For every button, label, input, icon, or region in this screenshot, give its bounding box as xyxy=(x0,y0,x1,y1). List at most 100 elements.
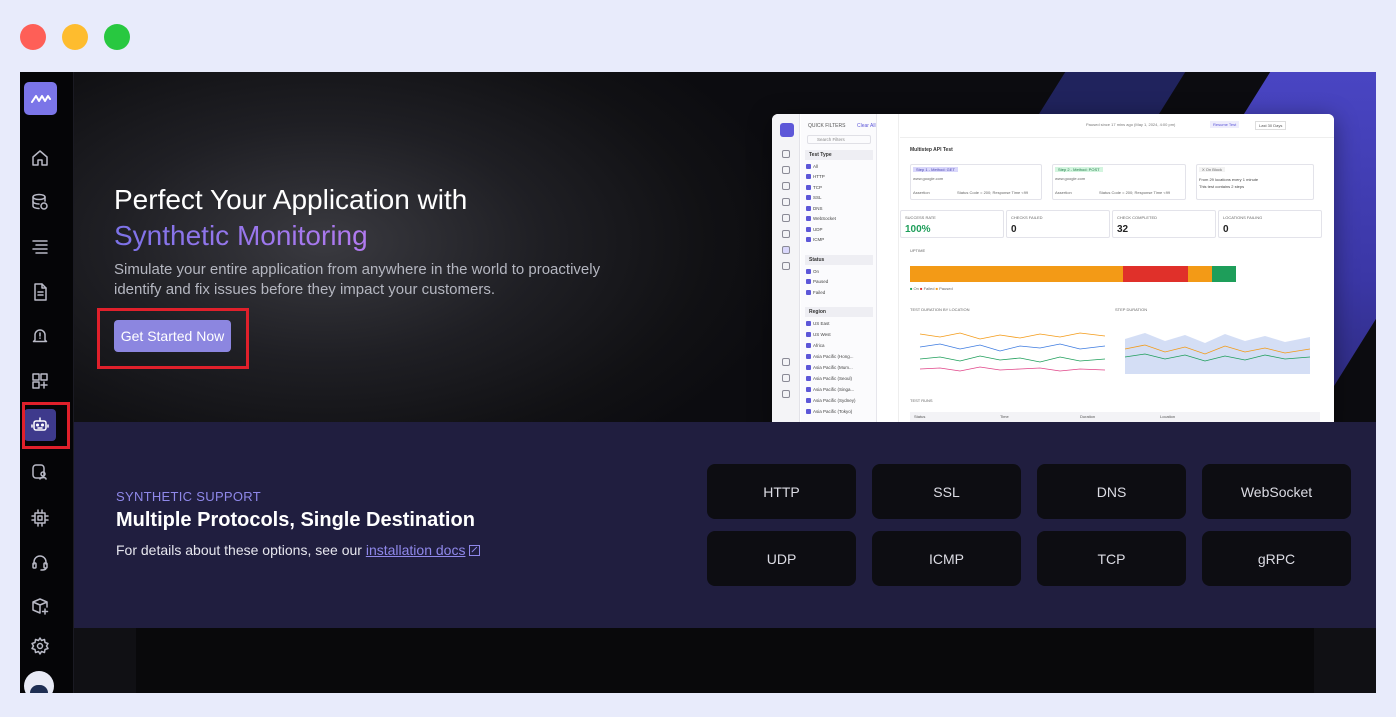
protocol-icmp-button[interactable]: ICMP xyxy=(872,531,1021,586)
legend-paused: Paused xyxy=(939,286,953,291)
protocol-http-button[interactable]: HTTP xyxy=(707,464,856,519)
preview-filter-item: HTTP xyxy=(806,174,825,179)
bottom-edge xyxy=(1314,628,1376,693)
description-text: For details about these options, see our xyxy=(116,542,366,558)
protocol-websocket-button[interactable]: WebSocket xyxy=(1202,464,1351,519)
preview-kpi-card: LOCATIONS FAILING 0 xyxy=(1218,210,1322,238)
preview-kpi-label: CHECK COMPLETED xyxy=(1117,215,1158,220)
protocol-tcp-button[interactable]: TCP xyxy=(1037,531,1186,586)
database-icon[interactable] xyxy=(24,186,56,218)
sidebar xyxy=(20,72,74,693)
section-title: Multiple Protocols, Single Destination xyxy=(116,509,475,531)
preview-schedule-title: X On Block xyxy=(1199,167,1226,172)
preview-filter-item: Paused xyxy=(805,279,829,284)
preview-step-url: www.google.com xyxy=(1055,176,1086,181)
protocol-ssl-button[interactable]: SSL xyxy=(872,464,1021,519)
external-link-icon[interactable] xyxy=(469,545,481,556)
preview-paused-info: Paused since 17 mins ago (May 1, 2024, 4… xyxy=(1086,122,1176,127)
preview-robot-icon xyxy=(782,246,790,254)
preview-kpi-label: SUCCESS RATE xyxy=(905,215,936,220)
preview-runs-col: Duration xyxy=(1080,414,1096,419)
preview-filter-item: UDP xyxy=(806,227,823,232)
preview-schedule-line: This test contains 2 steps xyxy=(1199,184,1245,189)
package-add-icon[interactable] xyxy=(24,590,56,622)
preview-filter-item: Asia Pacific (Tokyo) xyxy=(805,409,853,414)
legend-failed: Failed xyxy=(923,286,935,291)
preview-filter-item: Asia Pacific (Seoul) xyxy=(805,376,853,381)
preview-step-label: Step 2 - Method: POST xyxy=(1055,167,1103,172)
preview-runs-col: Status xyxy=(914,414,926,419)
user-avatar[interactable] xyxy=(24,671,54,693)
protocol-dns-button[interactable]: DNS xyxy=(1037,464,1186,519)
preview-region-section: Region xyxy=(805,307,873,317)
preview-filter-item: US East xyxy=(806,321,830,326)
preview-assertion-value: Status Code = 200; Response Time <99 xyxy=(957,190,1029,195)
preview-test-runs-label: TEST RUNS xyxy=(910,398,933,403)
preview-uptime-legend: ■ On ■ Failed ■ Paused xyxy=(910,286,953,291)
preview-kpi-label: LOCATIONS FAILING xyxy=(1223,215,1263,220)
preview-package-icon xyxy=(782,374,790,382)
preview-kpi-value: 32 xyxy=(1117,224,1129,235)
protocol-udp-button[interactable]: UDP xyxy=(707,531,856,586)
users-icon[interactable] xyxy=(24,456,56,488)
close-window-button[interactable] xyxy=(20,24,46,50)
alert-icon[interactable] xyxy=(24,320,56,352)
preview-runs-col: Time xyxy=(1000,414,1009,419)
preview-filter-item: Asia Pacific (Sydney) xyxy=(806,398,856,403)
protocol-grpc-button[interactable]: gRPC xyxy=(1202,531,1351,586)
preview-filter-item: Failed xyxy=(805,290,826,295)
preview-main: Paused since 17 mins ago (May 1, 2024, 4… xyxy=(900,114,1334,422)
settings-icon[interactable] xyxy=(24,630,56,662)
preview-schedule-card: X On Block From 29 locations every 1 min… xyxy=(1196,164,1314,200)
maximize-window-button[interactable] xyxy=(104,24,130,50)
preview-kpi-card: CHECK COMPLETED 32 xyxy=(1112,210,1216,238)
preview-sidebar xyxy=(772,114,800,422)
preview-runs-col: Location xyxy=(1160,414,1176,419)
sidebar-highlight-box xyxy=(22,402,70,449)
support-icon[interactable] xyxy=(24,547,56,579)
product-preview-screenshot: QUICK FILTERS Clear All Search Filters T… xyxy=(772,114,1334,422)
get-started-button[interactable]: Get Started Now xyxy=(114,320,231,352)
app-window: Perfect Your Application with Synthetic … xyxy=(20,72,1376,693)
preview-list-column xyxy=(877,114,899,422)
preview-runs-header: Status Time Duration Location xyxy=(910,412,1320,422)
dashboard-add-icon[interactable] xyxy=(24,365,56,397)
preview-range-select: Last 30 Days xyxy=(1255,121,1287,130)
hero-title: Perfect Your Application with xyxy=(114,184,468,215)
preview-filter-item: Africa xyxy=(806,343,825,348)
preview-step-label: Step 1 - Method: GET xyxy=(913,167,958,172)
home-icon[interactable] xyxy=(24,142,56,174)
section-description: For details about these options, see our… xyxy=(116,542,481,558)
preview-filter-item: WebSocket xyxy=(806,216,836,221)
preview-step-card: Step 2 - Method: POST www.google.com Ass… xyxy=(1052,164,1186,200)
preview-kpi-value: 0 xyxy=(1223,224,1229,235)
preview-assertion-label: Assertion xyxy=(1055,190,1072,195)
preview-schedule-line: From 29 locations every 1 minute xyxy=(1199,177,1259,182)
preview-logs-icon xyxy=(782,182,790,190)
app-logo[interactable] xyxy=(24,82,57,115)
legend-on: On xyxy=(913,286,919,291)
logs-icon[interactable] xyxy=(24,231,56,263)
preview-assertion-value: Status Code = 200; Response Time <99 xyxy=(1099,190,1171,195)
preview-assertion-label: Assertion xyxy=(913,190,930,195)
preview-filter-item: US West xyxy=(806,332,831,337)
installation-docs-link[interactable]: installation docs xyxy=(366,542,466,558)
preview-users-icon xyxy=(782,262,790,270)
chip-icon[interactable] xyxy=(24,502,56,534)
preview-filters-panel: QUICK FILTERS Clear All Search Filters T… xyxy=(801,114,877,422)
bottom-edge xyxy=(74,628,136,693)
preview-quick-filters: QUICK FILTERS xyxy=(808,123,846,129)
preview-kpi-label: CHECKS FAILED xyxy=(1011,215,1043,220)
preview-step-card: Step 1 - Method: GET www.google.com Asse… xyxy=(910,164,1042,200)
preview-step-chart xyxy=(1124,333,1311,374)
preview-kpi-value: 100% xyxy=(905,224,931,235)
preview-step-url: www.google.com xyxy=(913,176,944,181)
preview-kpi-value: 0 xyxy=(1011,224,1017,235)
preview-filter-item: SSL xyxy=(806,195,822,200)
preview-support-icon xyxy=(782,358,790,366)
minimize-window-button[interactable] xyxy=(62,24,88,50)
preview-filter-item: ICMP xyxy=(805,237,825,242)
hero-subtitle: Simulate your entire application from an… xyxy=(114,261,601,298)
preview-logo xyxy=(780,123,794,137)
document-icon[interactable] xyxy=(24,276,56,308)
